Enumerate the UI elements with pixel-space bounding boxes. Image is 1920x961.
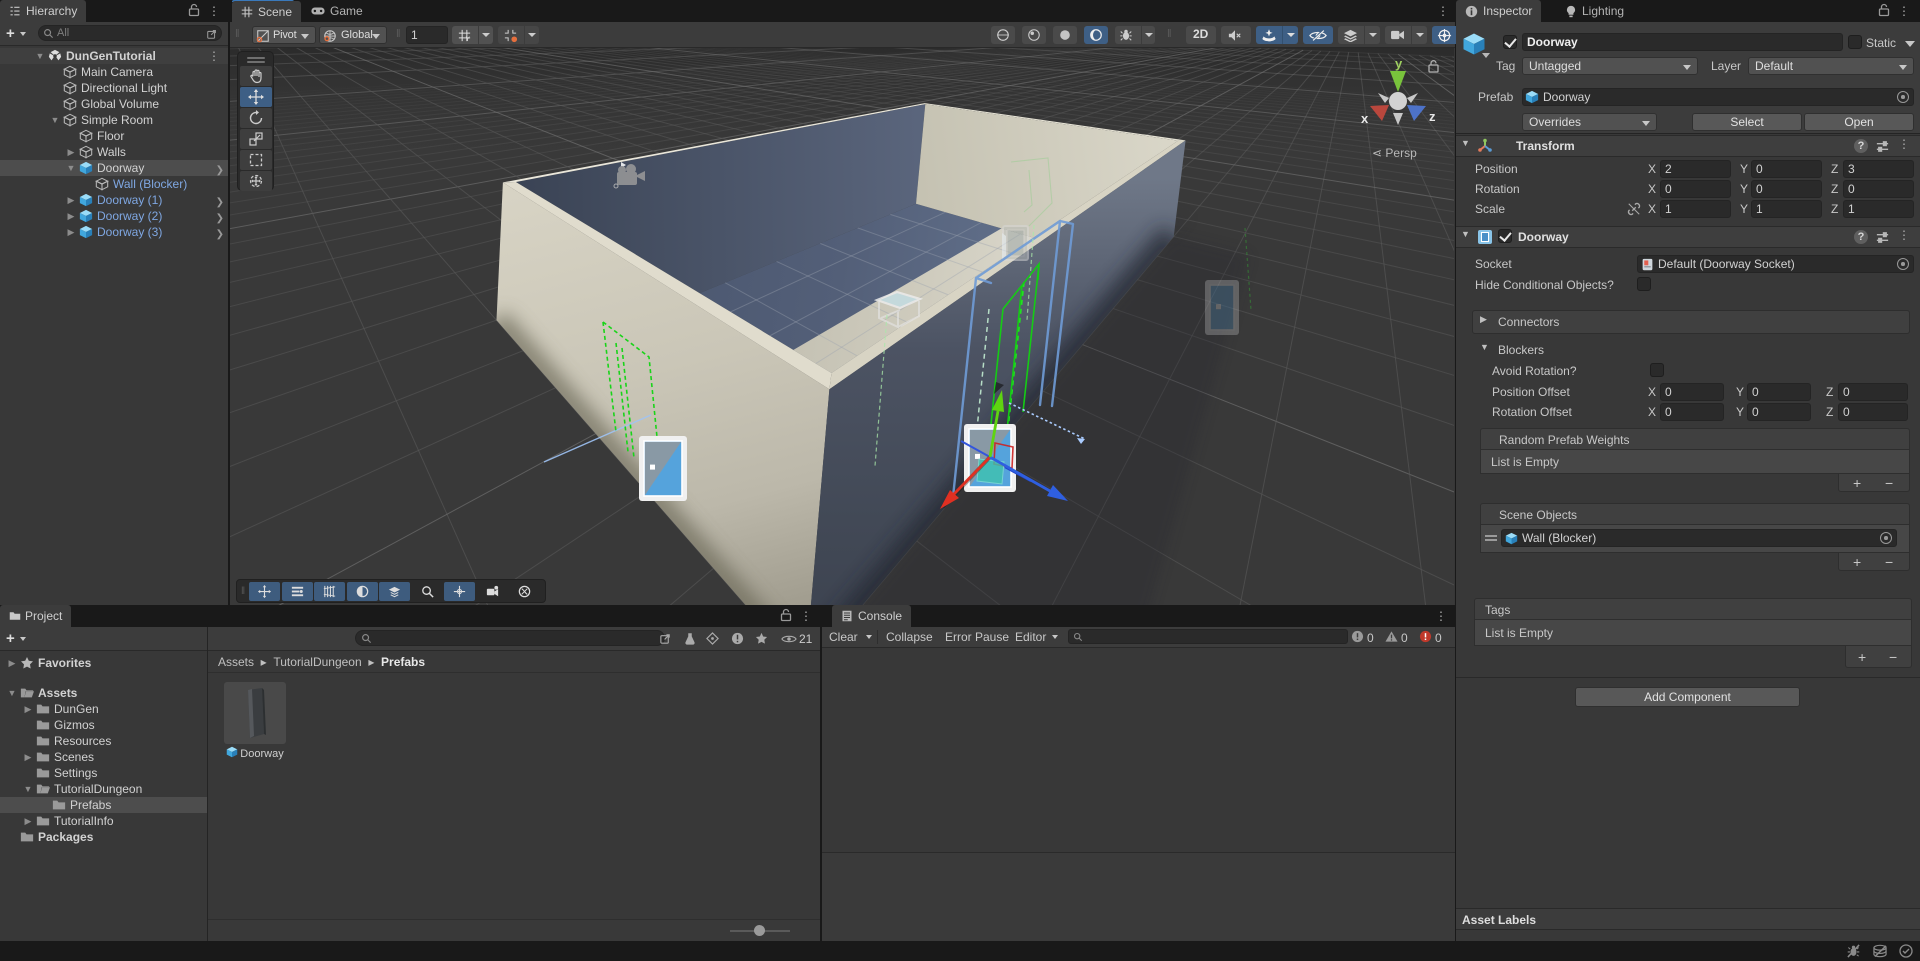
svg-text:y: y [1395, 56, 1403, 71]
svg-text:x: x [1361, 111, 1369, 126]
svg-text:⋖ Persp: ⋖ Persp [1372, 146, 1417, 160]
svg-text:z: z [1429, 109, 1436, 124]
svg-text:Y: Y [465, 36, 470, 43]
